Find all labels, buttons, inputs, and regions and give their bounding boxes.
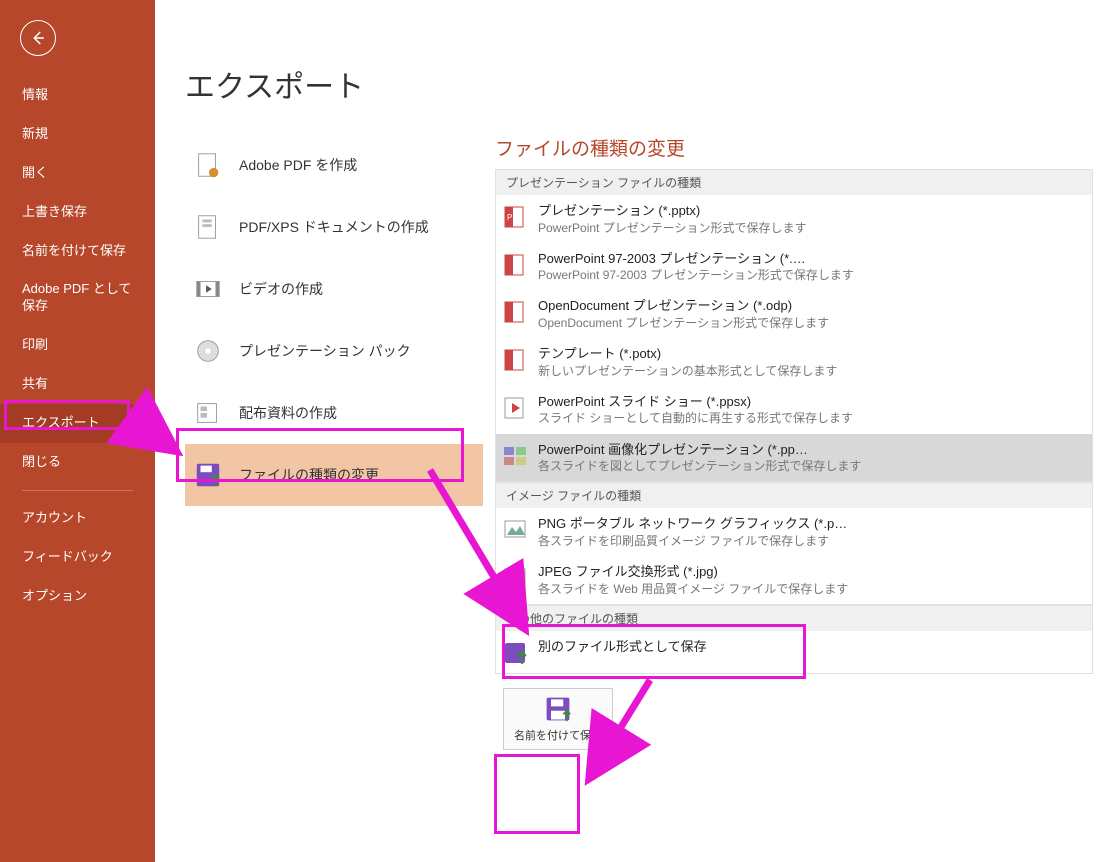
export-option-label: 配布資料の作成: [239, 403, 337, 423]
file-type-title: PowerPoint 画像化プレゼンテーション (*.pp…: [538, 441, 1082, 459]
file-type-desc: 各スライドを Web 用品質イメージ ファイルで保存します: [538, 581, 1082, 597]
filetype-icon: [193, 460, 223, 490]
file-type-panel: ファイルの種類の変更 プレゼンテーション ファイルの種類 P プレゼンテーション (…: [483, 134, 1101, 750]
file-type-desc: 各スライドを印刷品質イメージ ファイルで保存します: [538, 533, 1082, 549]
file-type-item[interactable]: PowerPoint 画像化プレゼンテーション (*.pp…各スライドを図として…: [496, 434, 1092, 482]
pdfxps-icon: [193, 212, 223, 242]
nav-item[interactable]: 共有: [0, 365, 155, 404]
export-option-label: ファイルの種類の変更: [239, 465, 379, 485]
file-type-desc: 新しいプレゼンテーションの基本形式として保存します: [538, 363, 1082, 379]
export-option[interactable]: ファイルの種類の変更: [185, 444, 483, 506]
file-type-title: JPEG ファイル交換形式 (*.jpg): [538, 563, 1082, 581]
file-type-item[interactable]: PowerPoint スライド ショー (*.ppsx)スライド ショーとして自…: [496, 386, 1092, 434]
nav-item[interactable]: 名前を付けて保存: [0, 232, 155, 271]
pdf-icon: [193, 150, 223, 180]
file-type-item[interactable]: 別のファイル形式として保存: [496, 631, 1092, 673]
file-type-icon: P: [502, 204, 528, 230]
nav-item[interactable]: 閉じる: [0, 443, 155, 482]
nav-item[interactable]: エクスポート: [0, 404, 155, 443]
file-type-icon: [502, 565, 528, 591]
video-icon: [193, 274, 223, 304]
group-header: イメージ ファイルの種類: [495, 482, 1093, 508]
arrow-left-icon: [29, 29, 47, 47]
nav-item[interactable]: フィードバック: [0, 538, 155, 577]
file-type-desc: PowerPoint 97-2003 プレゼンテーション形式で保存します: [538, 267, 1082, 283]
svg-text:P: P: [507, 213, 512, 222]
nav-item[interactable]: 新規: [0, 115, 155, 154]
export-option-label: PDF/XPS ドキュメントの作成: [239, 217, 429, 237]
nav-item[interactable]: 開く: [0, 154, 155, 193]
file-type-item[interactable]: PNG ポータブル ネットワーク グラフィックス (*.p…各スライドを印刷品質…: [496, 508, 1092, 556]
file-type-title: OpenDocument プレゼンテーション (*.odp): [538, 297, 1082, 315]
file-type-icon: [502, 252, 528, 278]
group-header: プレゼンテーション ファイルの種類: [495, 169, 1093, 195]
export-options-list: Adobe PDF を作成 PDF/XPS ドキュメントの作成ビデオの作成プレゼン…: [185, 134, 483, 750]
nav-item[interactable]: 上書き保存: [0, 193, 155, 232]
nav-separator: [22, 490, 133, 491]
backstage-sidebar: 情報新規開く上書き保存名前を付けて保存Adobe PDF として保存印刷共有エク…: [0, 0, 155, 862]
export-option[interactable]: 配布資料の作成: [185, 382, 483, 444]
file-type-title: PowerPoint スライド ショー (*.ppsx): [538, 393, 1082, 411]
file-type-title: 別のファイル形式として保存: [538, 638, 1082, 656]
file-type-icon: [502, 640, 528, 666]
export-option[interactable]: Adobe PDF を作成: [185, 134, 483, 196]
file-type-item[interactable]: テンプレート (*.potx)新しいプレゼンテーションの基本形式として保存します: [496, 338, 1092, 386]
nav-item[interactable]: オプション: [0, 577, 155, 616]
file-type-desc: OpenDocument プレゼンテーション形式で保存します: [538, 315, 1082, 331]
page-title: エクスポート: [155, 0, 1101, 134]
file-type-item[interactable]: P プレゼンテーション (*.pptx)PowerPoint プレゼンテーション形…: [496, 195, 1092, 243]
nav-item[interactable]: Adobe PDF として保存: [0, 270, 155, 326]
save-icon: [544, 695, 572, 723]
file-type-desc: 各スライドを図としてプレゼンテーション形式で保存します: [538, 458, 1082, 474]
package-icon: [193, 336, 223, 366]
nav-item[interactable]: 情報: [0, 76, 155, 115]
back-button[interactable]: [20, 20, 56, 56]
save-as-label: 名前を付けて保存: [514, 727, 602, 743]
file-type-item[interactable]: PowerPoint 97-2003 プレゼンテーション (*.…PowerPo…: [496, 243, 1092, 291]
export-option-label: ビデオの作成: [239, 279, 323, 299]
file-type-title: PowerPoint 97-2003 プレゼンテーション (*.…: [538, 250, 1082, 268]
handout-icon: [193, 398, 223, 428]
file-type-icon: [502, 517, 528, 543]
export-option-label: Adobe PDF を作成: [239, 155, 357, 175]
group-header: その他のファイルの種類: [495, 605, 1093, 631]
nav-item[interactable]: 印刷: [0, 326, 155, 365]
file-type-icon: [502, 443, 528, 469]
file-type-icon: [502, 299, 528, 325]
export-option[interactable]: PDF/XPS ドキュメントの作成: [185, 196, 483, 258]
file-type-item[interactable]: JPEG ファイル交換形式 (*.jpg)各スライドを Web 用品質イメージ …: [496, 556, 1092, 604]
export-option[interactable]: ビデオの作成: [185, 258, 483, 320]
main-panel: エクスポート Adobe PDF を作成 PDF/XPS ドキュメントの作成ビデオ…: [155, 0, 1101, 862]
file-type-title: PNG ポータブル ネットワーク グラフィックス (*.p…: [538, 515, 1082, 533]
file-type-desc: PowerPoint プレゼンテーション形式で保存します: [538, 220, 1082, 236]
section-heading: ファイルの種類の変更: [495, 134, 1093, 169]
file-type-item[interactable]: OpenDocument プレゼンテーション (*.odp)OpenDocume…: [496, 290, 1092, 338]
file-type-icon: [502, 395, 528, 421]
export-option[interactable]: プレゼンテーション パック: [185, 320, 483, 382]
file-type-desc: スライド ショーとして自動的に再生する形式で保存します: [538, 410, 1082, 426]
file-type-title: テンプレート (*.potx): [538, 345, 1082, 363]
nav-item[interactable]: アカウント: [0, 499, 155, 538]
save-as-button[interactable]: 名前を付けて保存: [503, 688, 613, 750]
export-option-label: プレゼンテーション パック: [239, 341, 411, 361]
file-type-icon: [502, 347, 528, 373]
file-type-title: プレゼンテーション (*.pptx): [538, 202, 1082, 220]
